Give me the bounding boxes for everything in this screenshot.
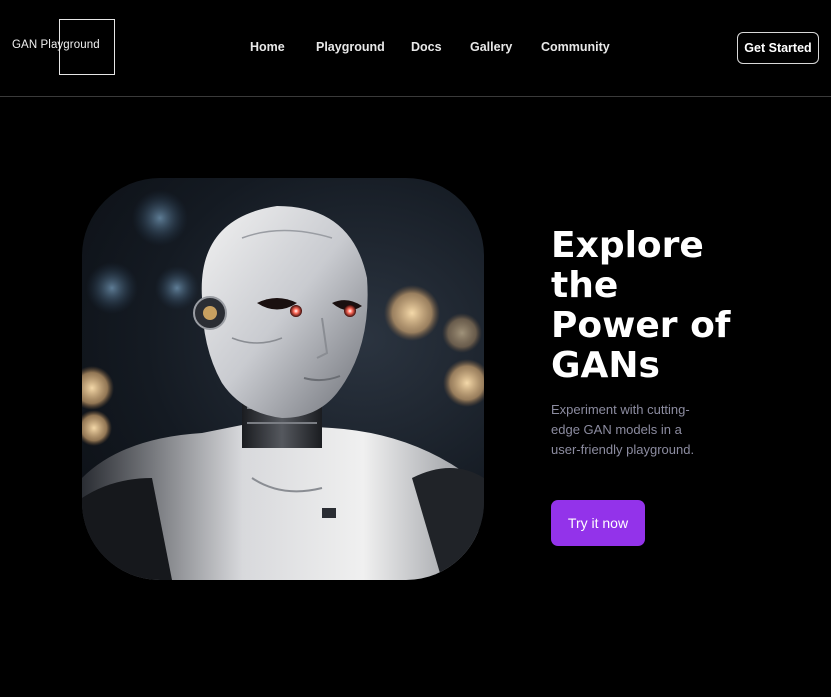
get-started-button[interactable]: Get Started	[737, 32, 819, 64]
nav-home[interactable]: Home	[250, 40, 285, 54]
try-it-now-button[interactable]: Try it now	[551, 500, 645, 546]
hero-robot-image	[82, 178, 484, 580]
nav-docs[interactable]: Docs	[411, 40, 442, 54]
nav-community[interactable]: Community	[541, 40, 610, 54]
main-nav: Home Playground Docs Gallery Community	[0, 40, 831, 58]
hero-headline: Explore the Power of GANs	[551, 225, 731, 386]
robot-illustration	[82, 190, 484, 580]
nav-gallery[interactable]: Gallery	[470, 40, 512, 54]
site-header: GAN Playground Home Playground Docs Gall…	[0, 0, 831, 97]
hero-subtext: Experiment with cutting-edge GAN models …	[551, 402, 695, 457]
nav-playground[interactable]: Playground	[316, 40, 385, 54]
